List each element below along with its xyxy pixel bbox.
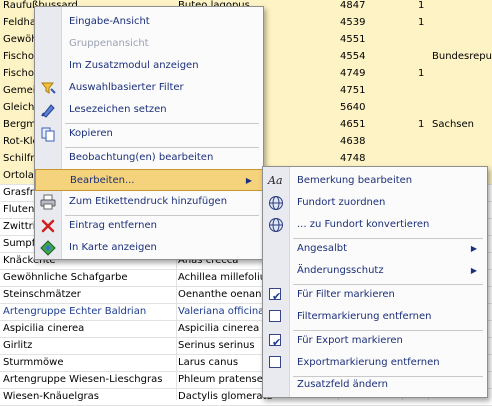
- submenu-arrow-icon: ▶: [470, 244, 477, 253]
- table-cell-id: 5640: [340, 102, 366, 113]
- menu-item-label: Gruppenansicht: [69, 38, 149, 49]
- delete-x-icon: [40, 218, 56, 234]
- menu-item-in-karte-anzeigen[interactable]: In Karte anzeigen: [35, 237, 263, 259]
- copy-icon: [40, 126, 56, 142]
- menu-item-label: Lesezeichen setzen: [69, 104, 167, 115]
- table-cell-extra: [432, 0, 492, 15]
- menu-item-label: Bearbeiten...: [70, 175, 135, 186]
- menu-item-label: Eingabe-Ansicht: [69, 16, 150, 27]
- menu-item-label: Exportmarkierung entfernen: [297, 357, 440, 368]
- table-cell-id: 4554: [340, 51, 366, 62]
- context-menu: Eingabe-Ansicht Gruppenansicht Im Zusatz…: [34, 6, 264, 260]
- menu-item-lesezeichen[interactable]: Lesezeichen setzen: [35, 99, 263, 121]
- submenu-item-zu-fundort-konvertieren[interactable]: ... zu Fundort konvertieren: [263, 214, 487, 236]
- menu-item-eingabe-ansicht[interactable]: Eingabe-Ansicht: [35, 11, 263, 33]
- map-icon: [40, 240, 56, 256]
- menu-item-label: ... zu Fundort konvertieren: [297, 219, 430, 230]
- filter-icon: [40, 80, 56, 96]
- submenu-item-exportmarkierung-entfernen[interactable]: Exportmarkierung entfernen: [263, 352, 487, 374]
- table-cell-id: 4847: [340, 0, 366, 11]
- table-cell-extra: [432, 99, 492, 117]
- menu-item-label: In Karte anzeigen: [69, 242, 157, 253]
- table-cell-extra: [432, 82, 492, 100]
- submenu-item-bemerkung[interactable]: Aa Bemerkung bearbeiten: [263, 170, 487, 192]
- submenu-arrow-icon: ▶: [470, 266, 477, 275]
- table-cell-extra: Sachsen: [432, 119, 475, 130]
- table-cell-name: Wiesen-Knäuelgras: [3, 391, 99, 402]
- table-cell-extra: [432, 133, 492, 151]
- menu-item-etikettendruck[interactable]: Zum Etikettendruck hinzufügen: [35, 191, 263, 213]
- table-cell-extra: [432, 14, 492, 32]
- menu-item-gruppenansicht[interactable]: Gruppenansicht: [35, 33, 263, 55]
- table-cell-extra: [432, 31, 492, 49]
- menu-item-label: Auswahlbasierter Filter: [69, 82, 184, 93]
- menu-item-zusatzmodul[interactable]: Im Zusatzmodul anzeigen: [35, 55, 263, 77]
- menu-item-bearbeiten[interactable]: Bearbeiten... ▶: [35, 169, 263, 191]
- menu-item-label: Beobachtung(en) bearbeiten: [69, 152, 214, 163]
- globe-icon: [268, 217, 284, 233]
- submenu-item-zusatzfeld-aendern[interactable]: Zusatzfeld ändern: [263, 374, 487, 396]
- table-cell-name: Aspicilia cinerea: [3, 323, 85, 334]
- menu-item-label: Änderungsschutz: [297, 265, 384, 276]
- submenu-item-aenderungsschutz[interactable]: Änderungsschutz ▶: [263, 260, 487, 282]
- check-mark-icon: ✔: [272, 336, 282, 349]
- table-cell-id: 4651: [340, 119, 366, 130]
- submenu-item-fuer-filter-markieren[interactable]: ✔ Für Filter markieren: [263, 284, 487, 306]
- menu-item-label: Zusatzfeld ändern: [297, 379, 388, 390]
- submenu-item-fuer-export-markieren[interactable]: ✔ Für Export markieren: [263, 330, 487, 352]
- printer-icon: [40, 194, 56, 210]
- bookmark-pen-icon: [40, 102, 56, 118]
- menu-item-label: Eintrag entfernen: [69, 220, 157, 231]
- menu-item-label: Zum Etikettendruck hinzufügen: [69, 196, 228, 207]
- menu-item-label: Für Export markieren: [297, 335, 403, 346]
- menu-item-kopieren[interactable]: Kopieren: [35, 123, 263, 145]
- checkbox-unchecked-icon: [269, 310, 281, 322]
- table-cell-name: Sturmmöwe: [3, 357, 64, 368]
- menu-item-auswahlbasierter-filter[interactable]: Auswahlbasierter Filter: [35, 77, 263, 99]
- submenu-item-angesalbt[interactable]: Angesalbt ▶: [263, 238, 487, 260]
- check-mark-icon: ✔: [272, 290, 282, 303]
- checkbox-checked-icon: ✔: [269, 288, 281, 303]
- table-cell-extra: Bundesrepubl: [432, 51, 492, 62]
- globe-icon: [268, 195, 284, 211]
- menu-item-eintrag-entfernen[interactable]: Eintrag entfernen: [35, 215, 263, 237]
- table-cell-name: Gewöhnliche Schafgarbe: [3, 272, 128, 283]
- checkbox-checked-icon: ✔: [269, 334, 281, 349]
- submenu-bearbeiten: Aa Bemerkung bearbeiten Fundort zuordnen…: [262, 166, 488, 398]
- table-cell-id: 4539: [340, 17, 366, 28]
- menu-item-label: Im Zusatzmodul anzeigen: [69, 60, 199, 71]
- table-cell-name: Steinschmätzer: [3, 289, 81, 300]
- table-cell-id: 4638: [340, 136, 366, 147]
- table-cell-name: Artengruppe Echter Baldrian: [3, 306, 147, 317]
- menu-item-label: Für Filter markieren: [297, 289, 395, 300]
- submenu-item-fundort-zuordnen[interactable]: Fundort zuordnen: [263, 192, 487, 214]
- table-cell-id: 4551: [340, 34, 366, 45]
- menu-item-beobachtung-bearbeiten[interactable]: Beobachtung(en) bearbeiten: [35, 147, 263, 169]
- table-cell-name: Girlitz: [3, 340, 33, 351]
- menu-item-label: Filtermarkierung entfernen: [297, 311, 432, 322]
- submenu-arrow-icon: ▶: [245, 176, 252, 185]
- table-cell-extra: [432, 65, 492, 83]
- text-format-icon: Aa: [268, 174, 283, 187]
- checkbox-unchecked-icon: [269, 356, 281, 368]
- menu-item-label: Fundort zuordnen: [297, 197, 386, 208]
- menu-item-label: Angesalbt: [297, 243, 348, 254]
- table-cell-id: 4751: [340, 85, 366, 96]
- table-cell-id: 4749: [340, 68, 366, 79]
- menu-item-label: Kopieren: [69, 128, 113, 139]
- menu-item-label: Bemerkung bearbeiten: [297, 175, 413, 186]
- submenu-item-filtermarkierung-entfernen[interactable]: Filtermarkierung entfernen: [263, 306, 487, 328]
- table-cell-name: Artengruppe Wiesen-Lieschgras: [3, 374, 163, 385]
